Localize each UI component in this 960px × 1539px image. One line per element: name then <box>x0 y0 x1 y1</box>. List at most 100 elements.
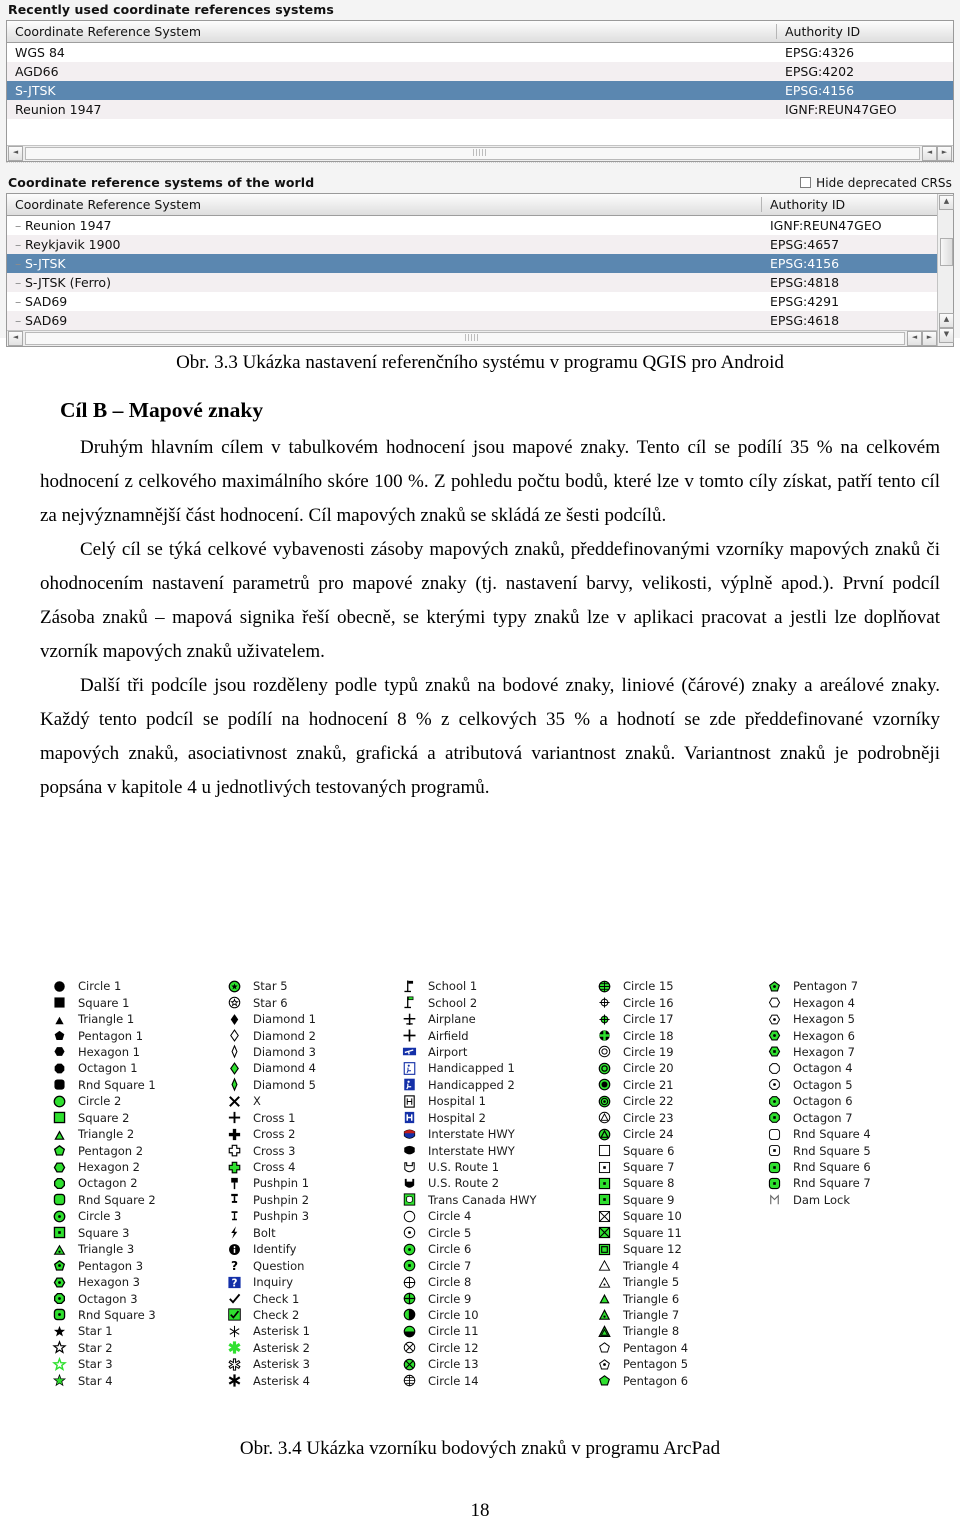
palette-item[interactable]: Circle 14 <box>398 1373 593 1389</box>
palette-item[interactable]: Circle 21 <box>593 1077 763 1093</box>
palette-item[interactable]: Hospital 2 <box>398 1110 593 1126</box>
palette-item[interactable]: Airfield <box>398 1027 593 1043</box>
palette-item[interactable]: X <box>223 1093 398 1109</box>
table-row[interactable]: – S-JTSK (Ferro) EPSG:4818 <box>7 273 938 292</box>
palette-item[interactable]: Triangle 4 <box>593 1257 763 1273</box>
palette-item[interactable]: Pentagon 4 <box>593 1340 763 1356</box>
palette-item[interactable]: Pentagon 6 <box>593 1373 763 1389</box>
palette-item[interactable]: Dam Lock <box>763 1192 933 1208</box>
palette-item[interactable]: Star 5 <box>223 978 398 994</box>
palette-item[interactable]: Octagon 5 <box>763 1077 933 1093</box>
palette-item[interactable]: Diamond 5 <box>223 1077 398 1093</box>
palette-item[interactable]: Airplane <box>398 1011 593 1027</box>
palette-item[interactable]: Circle 7 <box>398 1257 593 1273</box>
palette-item[interactable]: Triangle 3 <box>48 1241 223 1257</box>
palette-item[interactable]: Star 4 <box>48 1373 223 1389</box>
palette-item[interactable]: Diamond 2 <box>223 1027 398 1043</box>
palette-item[interactable]: Asterisk 4 <box>223 1373 398 1389</box>
palette-item[interactable]: Rnd Square 5 <box>763 1142 933 1158</box>
palette-item[interactable]: Trans Canada HWY <box>398 1192 593 1208</box>
palette-item[interactable]: Cross 3 <box>223 1142 398 1158</box>
recent-table-hscrollbar[interactable]: ◄ ◄ ► <box>7 145 953 161</box>
table-row[interactable]: – SAD69 EPSG:4618 <box>7 311 938 330</box>
palette-item[interactable]: Square 3 <box>48 1225 223 1241</box>
palette-item[interactable]: Circle 11 <box>398 1323 593 1339</box>
palette-item[interactable]: Pentagon 3 <box>48 1257 223 1273</box>
palette-item[interactable]: Square 2 <box>48 1110 223 1126</box>
palette-item[interactable]: Star 6 <box>223 994 398 1010</box>
palette-item[interactable]: Circle 1 <box>48 978 223 994</box>
palette-item[interactable]: Hexagon 1 <box>48 1044 223 1060</box>
palette-item[interactable]: Rnd Square 2 <box>48 1192 223 1208</box>
palette-item[interactable]: ? Inquiry <box>223 1274 398 1290</box>
palette-item[interactable]: Circle 10 <box>398 1307 593 1323</box>
palette-item[interactable]: Star 1 <box>48 1323 223 1339</box>
palette-item[interactable]: Octagon 1 <box>48 1060 223 1076</box>
palette-item[interactable]: Octagon 2 <box>48 1175 223 1191</box>
palette-item[interactable]: Square 12 <box>593 1241 763 1257</box>
palette-item[interactable]: Circle 23 <box>593 1110 763 1126</box>
palette-item[interactable]: Hexagon 4 <box>763 994 933 1010</box>
palette-item[interactable]: Circle 2 <box>48 1093 223 1109</box>
palette-item[interactable]: Hospital 1 <box>398 1093 593 1109</box>
table-row[interactable]: – SAD69 EPSG:4291 <box>7 292 938 311</box>
recent-crs-table[interactable]: Coordinate Reference System Authority ID… <box>6 20 954 162</box>
palette-item[interactable]: Octagon 4 <box>763 1060 933 1076</box>
palette-item[interactable]: Rnd Square 6 <box>763 1159 933 1175</box>
palette-item[interactable]: Circle 22 <box>593 1093 763 1109</box>
palette-item[interactable]: Diamond 1 <box>223 1011 398 1027</box>
palette-item[interactable]: Asterisk 2 <box>223 1340 398 1356</box>
palette-item[interactable]: Circle 17 <box>593 1011 763 1027</box>
scroll-up-icon[interactable]: ▲ <box>939 195 954 210</box>
palette-item[interactable]: Circle 6 <box>398 1241 593 1257</box>
palette-item[interactable]: Hexagon 2 <box>48 1159 223 1175</box>
hscroll-thumb[interactable] <box>472 149 487 156</box>
table-row[interactable]: – Reunion 1947 IGNF:REUN47GEO <box>7 216 938 235</box>
palette-item[interactable]: Circle 19 <box>593 1044 763 1060</box>
palette-item[interactable]: Identify <box>223 1241 398 1257</box>
table-row[interactable]: – Reykjavik 1900 EPSG:4657 <box>7 235 938 254</box>
palette-item[interactable]: Cross 4 <box>223 1159 398 1175</box>
palette-item[interactable]: School 2 <box>398 994 593 1010</box>
palette-item[interactable]: Check 1 <box>223 1290 398 1306</box>
palette-item[interactable]: Circle 8 <box>398 1274 593 1290</box>
scroll-left-icon-2[interactable]: ◄ <box>922 146 937 161</box>
palette-item[interactable]: Triangle 1 <box>48 1011 223 1027</box>
palette-item[interactable]: Octagon 6 <box>763 1093 933 1109</box>
hide-deprecated-crs-checkbox[interactable]: Hide deprecated CRSs <box>800 176 952 190</box>
palette-item[interactable]: Cross 2 <box>223 1126 398 1142</box>
palette-item[interactable]: Asterisk 1 <box>223 1323 398 1339</box>
world-table-vscrollbar[interactable]: ▲ ▲ ▼ <box>937 194 954 346</box>
palette-item[interactable]: Interstate HWY <box>398 1126 593 1142</box>
palette-item[interactable]: Triangle 7 <box>593 1307 763 1323</box>
palette-item[interactable]: Triangle 5 <box>593 1274 763 1290</box>
palette-item[interactable]: Diamond 3 <box>223 1044 398 1060</box>
palette-item[interactable]: Square 1 <box>48 994 223 1010</box>
palette-item[interactable]: U.S. Route 2 <box>398 1175 593 1191</box>
palette-item[interactable]: Star 2 <box>48 1340 223 1356</box>
world-crs-table[interactable]: Coordinate Reference System Authority ID… <box>6 193 954 347</box>
palette-item[interactable]: Circle 20 <box>593 1060 763 1076</box>
palette-item[interactable]: Bolt <box>223 1225 398 1241</box>
palette-item[interactable]: School 1 <box>398 978 593 994</box>
column-header-crs-world[interactable]: Coordinate Reference System <box>7 197 762 212</box>
palette-item[interactable]: Circle 15 <box>593 978 763 994</box>
palette-item[interactable]: Hexagon 5 <box>763 1011 933 1027</box>
palette-item[interactable]: Airport <box>398 1044 593 1060</box>
table-row[interactable]: – S-JTSK EPSG:4156 <box>7 254 938 273</box>
scroll-right-icon[interactable]: ► <box>937 146 952 161</box>
palette-item[interactable]: Circle 18 <box>593 1027 763 1043</box>
palette-item[interactable]: Square 7 <box>593 1159 763 1175</box>
scroll-left-icon[interactable]: ◄ <box>8 146 23 161</box>
column-header-authority-world[interactable]: Authority ID <box>762 197 938 212</box>
palette-item[interactable]: Rnd Square 3 <box>48 1307 223 1323</box>
palette-item[interactable]: Cross 1 <box>223 1110 398 1126</box>
palette-item[interactable]: Hexagon 7 <box>763 1044 933 1060</box>
palette-item[interactable]: Hexagon 3 <box>48 1274 223 1290</box>
palette-item[interactable]: Square 10 <box>593 1208 763 1224</box>
palette-item[interactable]: Rnd Square 1 <box>48 1077 223 1093</box>
palette-item[interactable]: Diamond 4 <box>223 1060 398 1076</box>
palette-item[interactable]: Rnd Square 4 <box>763 1126 933 1142</box>
column-header-authority[interactable]: Authority ID <box>777 24 953 39</box>
palette-item[interactable]: Octagon 7 <box>763 1110 933 1126</box>
